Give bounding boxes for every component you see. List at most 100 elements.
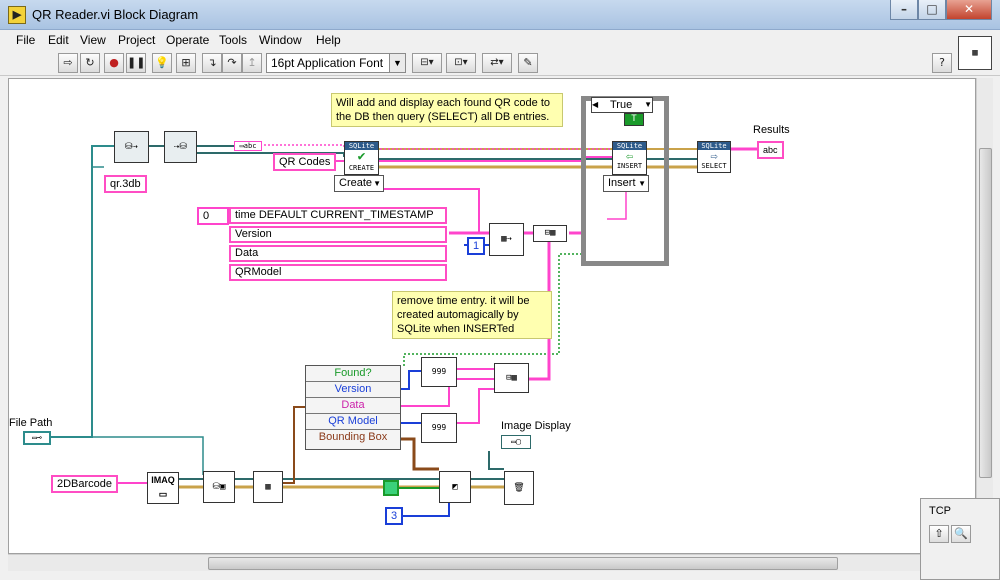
column-row[interactable]: Data bbox=[229, 245, 447, 262]
palette-title: TCP bbox=[929, 505, 951, 517]
chevron-down-icon: ▼ bbox=[373, 179, 381, 188]
vi-icon: ▦ bbox=[958, 36, 992, 70]
results-label: Results bbox=[753, 124, 790, 136]
run-continuously-icon[interactable]: ↻ bbox=[80, 53, 100, 73]
barcode-constant[interactable]: 2DBarcode bbox=[51, 475, 119, 493]
labview-app-icon: ▶ bbox=[8, 6, 26, 24]
step-out-icon[interactable]: ↥ bbox=[242, 53, 262, 73]
step-into-icon[interactable]: ↴ bbox=[202, 53, 222, 73]
menu-bar: File Edit View Project Operate Tools Win… bbox=[0, 30, 1000, 50]
num-const-3[interactable]: 3 bbox=[385, 507, 404, 525]
menu-view[interactable]: View bbox=[80, 33, 106, 47]
create-ring[interactable]: Create ▼ bbox=[334, 175, 384, 192]
check-icon: ✔ bbox=[357, 149, 366, 164]
step-over-icon[interactable]: ↷ bbox=[222, 53, 242, 73]
insert-arrow-icon: ⇦ bbox=[625, 149, 634, 163]
highlight-execution-icon[interactable]: 💡 bbox=[152, 53, 172, 73]
tcp-palette: TCP ⇧ 🔍 bbox=[920, 498, 1000, 580]
minimize-button[interactable]: – bbox=[890, 0, 918, 20]
comment-mid: remove time entry. it will be created au… bbox=[392, 291, 552, 339]
unbundle-qr-model: QR Model bbox=[306, 414, 400, 430]
chevron-down-icon: ▼ bbox=[389, 54, 405, 72]
run-arrow-icon[interactable]: ⇨ bbox=[58, 53, 78, 73]
path-to-string-node[interactable]: ▭abc bbox=[234, 141, 262, 151]
sqlite-insert-node[interactable]: SQLite ⇦ INSERT bbox=[612, 141, 647, 175]
pause-icon[interactable]: ❚❚ bbox=[126, 53, 146, 73]
num-const-1[interactable]: 1 bbox=[467, 237, 486, 255]
close-button[interactable]: ✕ bbox=[946, 0, 992, 20]
imaq-read-qr-node[interactable]: ▦ bbox=[253, 471, 283, 503]
true-constant[interactable]: T bbox=[624, 113, 644, 126]
palette-up-icon[interactable]: ⇧ bbox=[929, 525, 949, 543]
menu-file[interactable]: File bbox=[16, 33, 35, 47]
db-file-constant[interactable]: qr.3db bbox=[104, 175, 147, 193]
palette-search-icon[interactable]: 🔍 bbox=[951, 525, 971, 543]
insert-ring-value: Insert bbox=[608, 177, 636, 189]
menu-project[interactable]: Project bbox=[118, 33, 155, 47]
imaq-create-node[interactable]: IMAQ ▭ bbox=[147, 472, 179, 504]
menu-operate[interactable]: Operate bbox=[166, 33, 209, 47]
menu-tools[interactable]: Tools bbox=[219, 33, 247, 47]
insert-ring[interactable]: Insert ▼ bbox=[603, 175, 649, 192]
color-constant[interactable] bbox=[383, 480, 399, 496]
column-row[interactable]: QRModel bbox=[229, 264, 447, 281]
retain-wire-values-icon[interactable]: ⊞ bbox=[176, 53, 196, 73]
menu-edit[interactable]: Edit bbox=[48, 33, 69, 47]
insert-sub-label: INSERT bbox=[616, 162, 643, 170]
unbundle-found: Found? bbox=[306, 366, 400, 382]
labview-window: ▶ QR Reader.vi Block Diagram – □ ✕ File … bbox=[0, 0, 1000, 580]
case-selector[interactable]: ◀ True ▼ bbox=[591, 97, 653, 113]
block-diagram[interactable]: Will add and display each found QR code … bbox=[8, 78, 976, 554]
menu-window[interactable]: Window bbox=[259, 33, 302, 47]
unbundle-by-name[interactable]: Found? Version Data QR Model Bounding Bo… bbox=[305, 365, 401, 450]
sqlite-create-node[interactable]: SQLite ✔ CREATE bbox=[344, 141, 379, 175]
delete-from-array-node[interactable]: ▦⇢ bbox=[489, 223, 524, 256]
font-select-value: 16pt Application Font bbox=[271, 56, 384, 70]
clean-up-diagram-icon[interactable]: ✎ bbox=[518, 53, 538, 73]
column-row[interactable]: Version bbox=[229, 226, 447, 243]
sqlite-open-node[interactable]: ⛁⇢ bbox=[114, 131, 149, 163]
align-objects-icon[interactable]: ⊟▾ bbox=[412, 53, 442, 73]
case-selector-dropdown-icon: ▼ bbox=[644, 100, 652, 109]
array-index-constant[interactable]: 0 bbox=[197, 207, 229, 225]
array-to-cluster-node[interactable]: ⊟▦ bbox=[533, 225, 567, 242]
file-path-control[interactable]: ▭⊸ bbox=[23, 431, 51, 445]
window-title: QR Reader.vi Block Diagram bbox=[32, 7, 199, 22]
file-path-label: File Path bbox=[9, 417, 53, 429]
distribute-objects-icon[interactable]: ⊡▾ bbox=[446, 53, 476, 73]
select-sub-label: SELECT bbox=[701, 162, 727, 170]
build-array-node[interactable]: ⊟▦ bbox=[494, 363, 529, 393]
number-to-string-node[interactable]: 999 bbox=[421, 413, 457, 443]
sqlite-select-node[interactable]: SQLite ⇨ SELECT bbox=[697, 141, 731, 173]
create-ring-value: Create bbox=[339, 177, 373, 189]
unbundle-bounding-box: Bounding Box bbox=[318, 431, 388, 443]
maximize-button[interactable]: □ bbox=[918, 0, 946, 20]
imaq-dispose-node[interactable]: 🗑 bbox=[504, 471, 534, 505]
results-indicator: abc bbox=[757, 141, 784, 159]
reorder-icon[interactable]: ⇄▾ bbox=[482, 53, 512, 73]
vertical-scroll-thumb[interactable] bbox=[979, 148, 992, 478]
create-sub-label: CREATE bbox=[348, 164, 375, 172]
case-selector-value: True bbox=[610, 99, 633, 111]
number-to-string-node[interactable]: 999 bbox=[421, 357, 457, 387]
title-bar: ▶ QR Reader.vi Block Diagram – □ ✕ bbox=[0, 0, 1000, 30]
horizontal-scroll-thumb[interactable] bbox=[208, 557, 838, 570]
image-display-terminal[interactable]: ▭▢ bbox=[501, 435, 531, 449]
imaq-read-file-node[interactable]: ⛁▣ bbox=[203, 471, 235, 503]
image-display-label: Image Display bbox=[501, 420, 571, 432]
comment-top: Will add and display each found QR code … bbox=[331, 93, 563, 127]
toolbar: ⇨ ↻ ● ❚❚ 💡 ⊞ ↴ ↷ ↥ 16pt Application Font… bbox=[0, 50, 1000, 76]
help-button[interactable]: ? bbox=[932, 53, 952, 73]
image-icon: ▭ bbox=[158, 489, 168, 499]
overlay-rect-node[interactable]: ◩ bbox=[439, 471, 471, 503]
abort-icon[interactable]: ● bbox=[104, 53, 124, 73]
sqlite-begin-node[interactable]: ⇢⛁ bbox=[164, 131, 197, 163]
vertical-scrollbar[interactable] bbox=[976, 78, 993, 554]
unbundle-version: Version bbox=[306, 382, 400, 398]
unbundle-data: Data bbox=[306, 398, 400, 414]
menu-help[interactable]: Help bbox=[316, 33, 341, 47]
column-row[interactable]: time DEFAULT CURRENT_TIMESTAMP bbox=[229, 207, 447, 224]
horizontal-scrollbar[interactable] bbox=[8, 554, 976, 571]
table-name-constant[interactable]: QR Codes bbox=[273, 153, 337, 171]
font-select[interactable]: 16pt Application Font ▼ bbox=[266, 53, 406, 73]
